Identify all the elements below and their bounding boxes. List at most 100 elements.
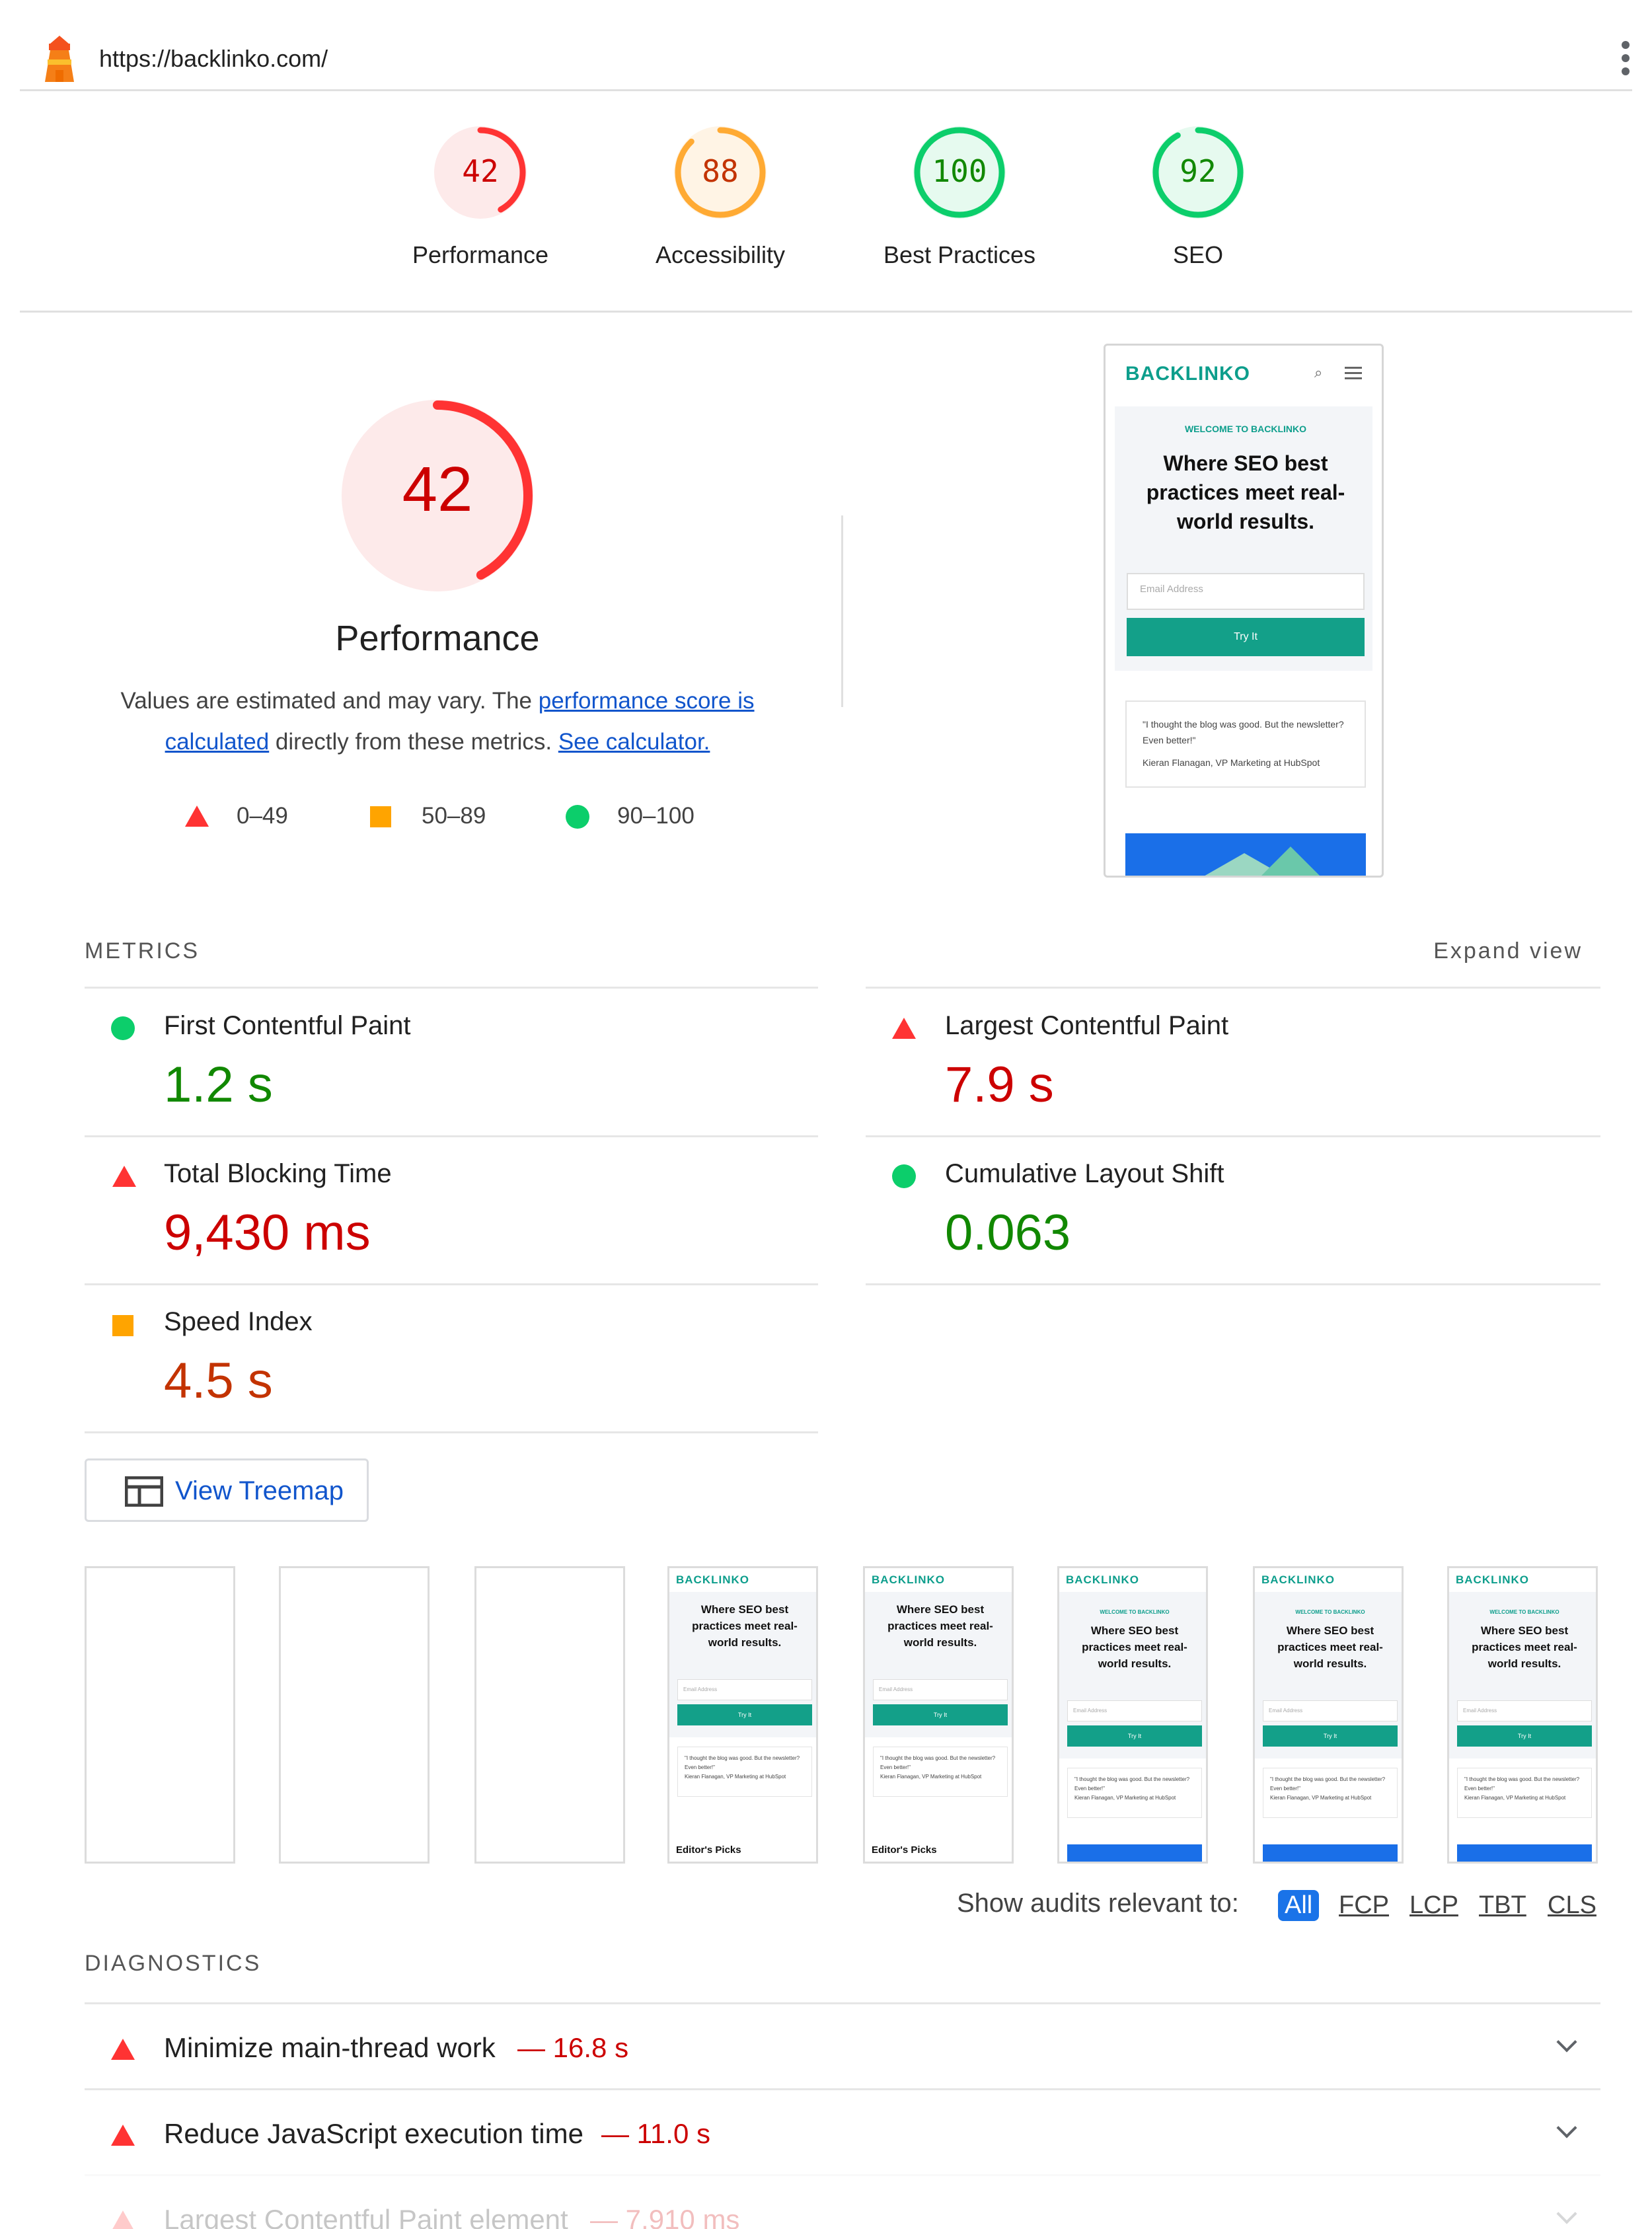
email-input: Email Address <box>1067 1700 1202 1721</box>
hero-headline: Where SEO best practices meet real-world… <box>1082 1624 1187 1670</box>
email-input: Email Address <box>873 1679 1008 1700</box>
filter-fcp[interactable]: FCP <box>1339 1891 1389 1920</box>
chevron-down-icon[interactable] <box>1556 2117 1577 2138</box>
metric-value-cls: 0.063 <box>945 1205 1071 1261</box>
welcome-label: WELCOME TO BACKLINKO <box>1100 1609 1170 1615</box>
expand-view-toggle[interactable]: Expand view <box>1433 938 1583 964</box>
hero-headline: Where SEO best practices meet real-world… <box>692 1603 798 1649</box>
filter-all[interactable]: All <box>1278 1890 1320 1921</box>
hero-banner-image <box>1067 1844 1202 1862</box>
view-treemap-button[interactable]: View Treemap <box>85 1458 369 1522</box>
testimonial-quote: "I thought the blog was good. But the ne… <box>1270 1776 1386 1792</box>
backlinko-logo: BACKLINKO <box>676 1573 749 1586</box>
fail-triangle-icon <box>111 2210 135 2229</box>
testimonial-card: "I thought the blog was good. But the ne… <box>1067 1768 1202 1818</box>
gauge-label: SEO <box>1172 241 1224 268</box>
email-input[interactable]: Email Address <box>1127 573 1365 610</box>
search-icon: ⌕ <box>1314 364 1323 381</box>
gauge-accessibility[interactable]: 88 Accessibility <box>621 122 819 269</box>
testimonial-author: Kieran Flanagan, VP Marketing at HubSpot <box>1270 1795 1372 1801</box>
kebab-menu-icon[interactable] <box>1619 41 1632 78</box>
diagnostic-title: Reduce JavaScript execution time <box>164 2118 583 2149</box>
filter-tbt[interactable]: TBT <box>1479 1891 1526 1920</box>
hero-headline: Where SEO best practices meet real-world… <box>1472 1624 1577 1670</box>
testimonial-card: "I thought the blog was good. But the ne… <box>1125 700 1366 788</box>
see-calculator-link[interactable]: See calculator. <box>558 729 710 755</box>
gauge-label: Performance <box>412 241 549 268</box>
diagnostic-item[interactable]: Minimize main-thread work — 16.8 s <box>85 2002 1600 2088</box>
diagnostic-item[interactable]: Reduce JavaScript execution time — 11.0 … <box>85 2088 1600 2174</box>
lighthouse-icon <box>45 36 74 82</box>
gauge-best-practices[interactable]: 100 Best Practices <box>860 122 1059 269</box>
backlinko-logo: BACKLINKO <box>1125 363 1250 385</box>
try-it-button: Try It <box>873 1704 1008 1725</box>
metric-name-lcp: Largest Contentful Paint <box>945 1011 1229 1040</box>
hero-headline: Where SEO best practices meet real-world… <box>1277 1624 1383 1670</box>
chevron-down-icon[interactable] <box>1556 2203 1577 2224</box>
backlinko-logo: BACKLINKO <box>1456 1573 1529 1586</box>
legend-range-pass: 90–100 <box>617 803 695 829</box>
editors-picks-label: Editor's Picks <box>872 1844 937 1856</box>
backlinko-logo: BACKLINKO <box>1261 1573 1335 1586</box>
hamburger-menu-icon <box>1345 367 1362 379</box>
testimonial-author: Kieran Flanagan, VP Marketing at HubSpot <box>685 1774 786 1780</box>
metric-name-si: Speed Index <box>164 1307 313 1336</box>
testimonial-card: "I thought the blog was good. But the ne… <box>1263 1768 1398 1818</box>
diagnostics-heading: DIAGNOSTICS <box>85 1951 262 1976</box>
email-input: Email Address <box>1263 1700 1398 1721</box>
metric-value-si: 4.5 s <box>164 1353 273 1409</box>
page-url: https://backlinko.com/ <box>99 45 328 72</box>
hero-banner-image <box>1125 833 1366 876</box>
testimonial-author: Kieran Flanagan, VP Marketing at HubSpot <box>1464 1795 1566 1801</box>
gauge-score: 88 <box>702 153 738 189</box>
average-square-icon <box>112 1315 133 1336</box>
testimonial-quote: "I thought the blog was good. But the ne… <box>880 1755 996 1770</box>
performance-score: 42 <box>402 454 473 525</box>
gauge-label: Best Practices <box>883 241 1036 268</box>
testimonial-author: Kieran Flanagan, VP Marketing at HubSpot <box>1143 757 1320 768</box>
backlinko-logo: BACKLINKO <box>872 1573 945 1586</box>
filmstrip-frame-7: BACKLINKO WELCOME TO BACKLINKO Where SEO b… <box>1253 1566 1404 1864</box>
editors-picks-label: Editor's Picks <box>676 1844 741 1856</box>
diagnostic-value: — 7,910 ms <box>590 2204 740 2229</box>
metric-name-fcp: First Contentful Paint <box>164 1011 411 1040</box>
legend-range-average: 50–89 <box>422 803 486 829</box>
diagnostic-title: Minimize main-thread work <box>164 2032 496 2063</box>
welcome-label: WELCOME TO BACKLINKO <box>1184 424 1307 434</box>
gauge-ring: 42 <box>434 126 527 219</box>
backlinko-logo: BACKLINKO <box>1066 1573 1139 1586</box>
fail-triangle-icon <box>112 1166 136 1187</box>
fail-triangle-icon <box>111 2125 135 2146</box>
fail-triangle-icon <box>185 806 209 827</box>
hero-banner-image <box>1263 1844 1398 1862</box>
gauge-ring: 100 <box>913 126 1006 219</box>
try-it-button: Try It <box>1457 1725 1592 1747</box>
email-input: Email Address <box>677 1679 812 1700</box>
metric-value-lcp: 7.9 s <box>945 1057 1054 1113</box>
filmstrip-frame-4: BACKLINKO Where SEO best practices meet r… <box>667 1566 818 1864</box>
filter-cls[interactable]: CLS <box>1548 1891 1596 1920</box>
try-it-button: Try It <box>677 1704 812 1725</box>
welcome-label: WELCOME TO BACKLINKO <box>1295 1609 1365 1615</box>
testimonial-author: Kieran Flanagan, VP Marketing at HubSpot <box>1074 1795 1176 1801</box>
filmstrip-frame-2 <box>279 1566 430 1864</box>
vertical-separator <box>841 515 843 707</box>
try-it-button[interactable]: Try It <box>1127 618 1365 656</box>
chevron-down-icon[interactable] <box>1556 2031 1577 2053</box>
metric-value-tbt: 9,430 ms <box>164 1205 371 1261</box>
final-screenshot[interactable]: BACKLINKO ⌕ WELCOME TO BACKLINKO Where S… <box>1104 344 1384 878</box>
filmstrip-frame-3 <box>474 1566 625 1864</box>
filter-lcp[interactable]: LCP <box>1409 1891 1458 1920</box>
testimonial-card: "I thought the blog was good. But the ne… <box>677 1747 812 1797</box>
try-it-button: Try It <box>1263 1725 1398 1747</box>
gauge-score: 92 <box>1180 153 1216 189</box>
metric-name-cls: Cumulative Layout Shift <box>945 1159 1224 1188</box>
diagnostic-item[interactable]: Largest Contentful Paint element — 7,910… <box>85 2174 1600 2229</box>
gauge-seo[interactable]: 92 SEO <box>1099 122 1297 269</box>
testimonial-quote: "I thought the blog was good. But the ne… <box>1464 1776 1580 1792</box>
testimonial-quote: "I thought the blog was good. But the ne… <box>685 1755 800 1770</box>
performance-description: Values are estimated and may vary. The p… <box>120 688 755 755</box>
gauge-performance[interactable]: 42 Performance <box>381 122 580 269</box>
metric-value-fcp: 1.2 s <box>164 1057 273 1113</box>
performance-gauge-large: 42 <box>342 400 533 591</box>
